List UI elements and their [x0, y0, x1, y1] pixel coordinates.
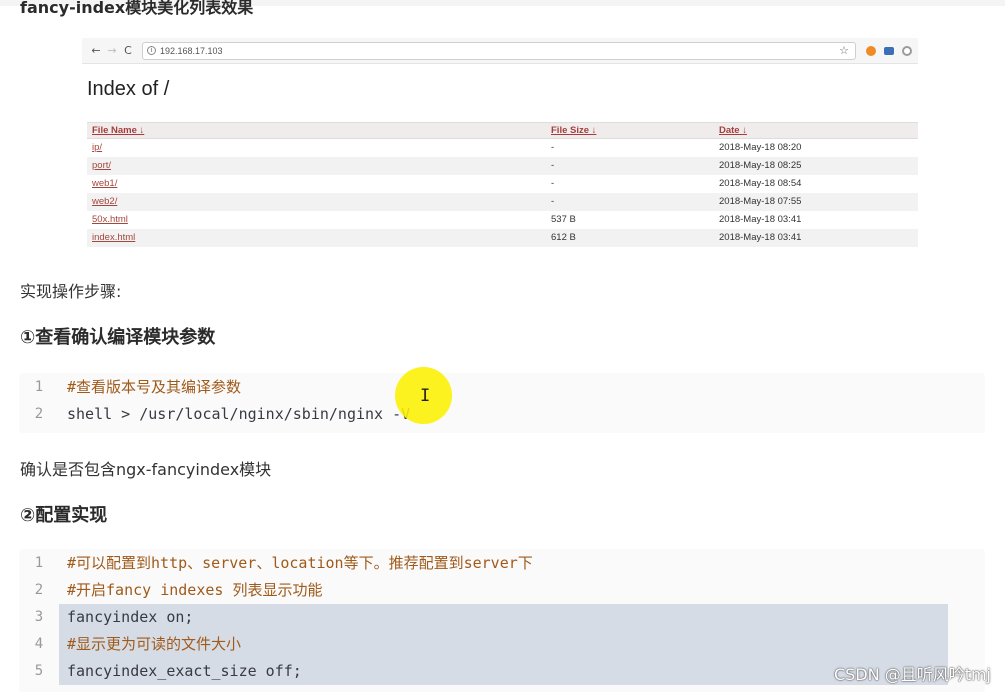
table-row: port/ - 2018-May-18 08:25 [87, 156, 918, 175]
file-date: 2018-May-18 08:20 [719, 142, 802, 154]
line-number: 2 [34, 406, 44, 422]
address-bar[interactable]: i 192.168.17.103 ☆ [142, 41, 856, 60]
browser-toolbar: ← → C i 192.168.17.103 ☆ [82, 38, 918, 64]
code-line: 1 #可以配置到http、server、location等下。推荐配置到serv… [19, 550, 985, 577]
column-header-file-name[interactable]: File Name ↓ [87, 122, 546, 139]
file-size: - [546, 192, 714, 211]
address-bar-url: 192.168.17.103 [160, 45, 223, 56]
code-text-selected: fancyindex_exact_size off; [59, 658, 948, 685]
info-icon: i [147, 46, 156, 55]
file-link[interactable]: port/ [92, 160, 111, 171]
index-page-title: Index of / [87, 78, 170, 100]
table-row: 50x.html 537 B 2018-May-18 03:41 [87, 211, 918, 229]
text-cursor-icon: I [420, 386, 431, 406]
code-text: shell > /usr/local/nginx/sbin/nginx -V [67, 405, 411, 423]
column-header-file-size[interactable]: File Size ↓ [546, 122, 714, 139]
line-number: 1 [34, 379, 44, 395]
file-size: - [551, 178, 555, 189]
section-heading-config: ②配置实现 [20, 505, 108, 526]
file-size: - [546, 156, 714, 175]
code-line: 3 fancyindex on; [19, 604, 985, 631]
code-line: 2 #开启fancy indexes 列表显示功能 [19, 577, 985, 604]
extension-blue-icon[interactable] [884, 46, 894, 55]
table-row: web1/ - 2018-May-18 08:54 [87, 175, 918, 193]
forward-arrow-icon[interactable]: → [104, 44, 120, 58]
code-text-selected: #显示更为可读的文件大小 [59, 631, 948, 658]
file-size: 612 B [546, 228, 714, 247]
code-text-selected: fancyindex on; [59, 604, 948, 631]
file-size: - [551, 142, 555, 154]
extension-gray-icon[interactable] [902, 45, 912, 56]
file-link[interactable]: web1/ [92, 178, 117, 189]
file-listing-table: File Name ↓ File Size ↓ Date ↓ ip/ - 201… [87, 122, 918, 247]
file-link[interactable]: 50x.html [92, 214, 128, 225]
line-number: 4 [34, 636, 44, 652]
code-text: #开启fancy indexes 列表显示功能 [67, 581, 323, 599]
file-link[interactable]: ip/ [92, 142, 102, 153]
code-text: #查看版本号及其编译参数 [67, 378, 242, 396]
code-line: 1 #查看版本号及其编译参数 [19, 374, 985, 401]
watermark: CSDN @且听风吟tmj [833, 665, 991, 684]
paragraph-confirm-module: 确认是否包含ngx-fancyindex模块 [20, 460, 272, 479]
extension-orange-icon[interactable] [866, 45, 876, 56]
file-date: 2018-May-18 03:41 [714, 228, 918, 247]
bookmark-star-icon[interactable]: ☆ [839, 44, 849, 57]
code-line: 4 #显示更为可读的文件大小 [19, 631, 985, 658]
file-size: 537 B [551, 214, 576, 225]
column-header-date[interactable]: Date ↓ [714, 122, 918, 139]
file-date: 2018-May-18 07:55 [714, 192, 918, 211]
line-number: 5 [34, 663, 44, 679]
line-number: 1 [34, 555, 44, 571]
steps-label: 实现操作步骤: [20, 282, 122, 301]
file-date: 2018-May-18 08:54 [719, 178, 802, 189]
file-date: 2018-May-18 08:25 [714, 156, 918, 175]
code-text: #可以配置到http、server、location等下。推荐配置到server… [67, 554, 533, 572]
section-heading-fancy-index: fancy-index模块美化列表效果 [20, 0, 254, 17]
code-block-1: 1 #查看版本号及其编译参数 2 shell > /usr/local/ngin… [19, 373, 985, 433]
line-number: 2 [34, 582, 44, 598]
line-number: 3 [34, 609, 44, 625]
file-link[interactable]: index.html [92, 232, 135, 243]
table-row: web2/ - 2018-May-18 07:55 [87, 192, 918, 211]
file-date: 2018-May-18 03:41 [719, 214, 802, 225]
file-link[interactable]: web2/ [92, 196, 117, 207]
browser-screenshot: ← → C i 192.168.17.103 ☆ Index of / File… [82, 38, 918, 252]
section-heading-check-params: ①查看确认编译模块参数 [20, 327, 216, 348]
table-row: index.html 612 B 2018-May-18 03:41 [87, 228, 918, 247]
reload-icon[interactable]: C [120, 44, 136, 58]
table-row: ip/ - 2018-May-18 08:20 [87, 139, 918, 157]
code-line: 2 shell > /usr/local/nginx/sbin/nginx -V [19, 401, 985, 428]
back-arrow-icon[interactable]: ← [88, 44, 104, 58]
